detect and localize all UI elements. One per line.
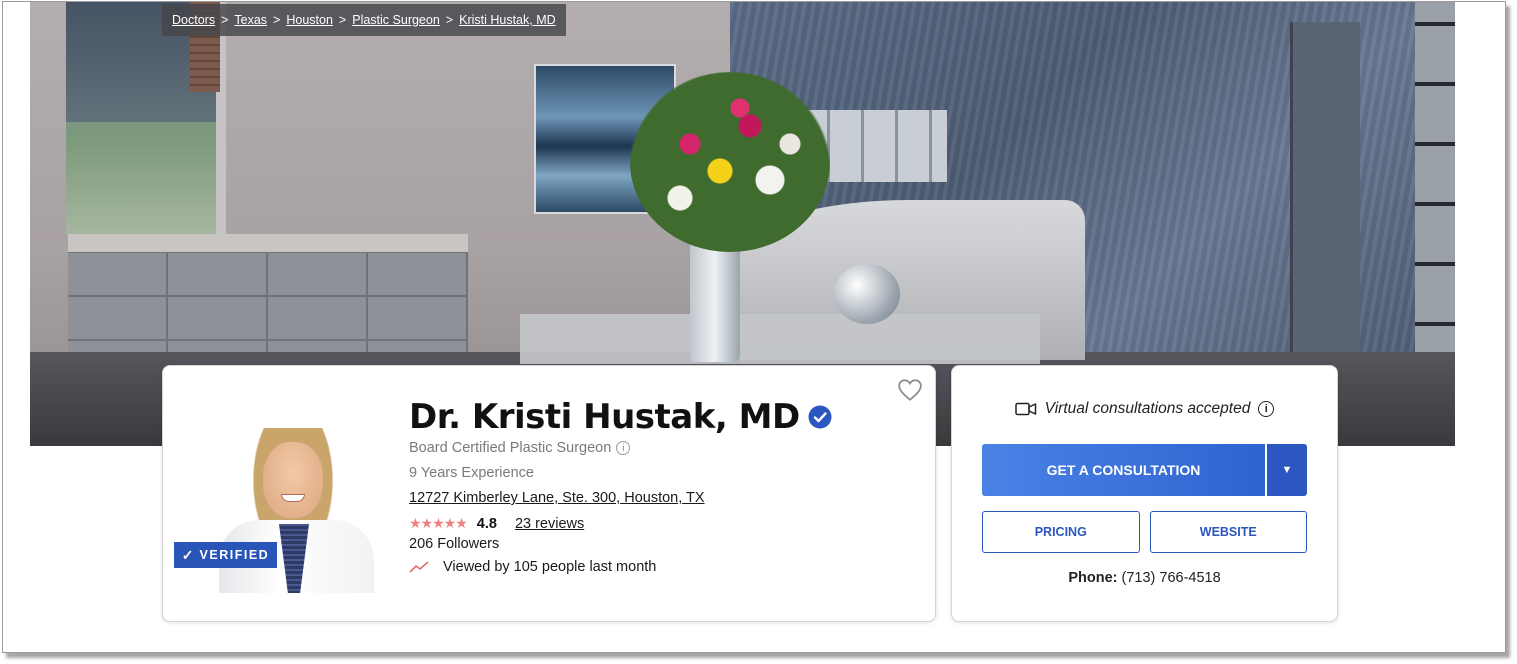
doctor-photo	[211, 428, 376, 593]
consultation-dropdown-button[interactable]: ▼	[1267, 444, 1307, 496]
rating-row: ★★★★★ 4.8 23 reviews	[409, 515, 889, 532]
verified-check-icon	[808, 405, 832, 429]
doctor-name-row: Dr. Kristi Hustak, MD	[409, 396, 889, 438]
info-icon[interactable]: i	[1258, 401, 1275, 417]
video-camera-icon	[1014, 402, 1036, 416]
breadcrumb: Doctors > Texas > Houston > Plastic Surg…	[162, 4, 566, 36]
checkmark-icon: ✓	[181, 546, 194, 563]
consultation-button-group: GET A CONSULTATION ▼	[982, 444, 1307, 496]
breadcrumb-doctors[interactable]: Doctors	[172, 13, 215, 27]
info-icon[interactable]: i	[616, 441, 631, 455]
star-rating: ★★★★★	[409, 515, 468, 531]
phone-row: Phone: (713) 766-4518	[952, 570, 1337, 586]
doctor-profile-card: ✓ VERIFIED Dr. Kristi Hustak, MD Board C…	[162, 365, 936, 622]
verified-badge-label: VERIFIED	[199, 548, 270, 562]
breadcrumb-separator: >	[445, 13, 454, 27]
breadcrumb-houston[interactable]: Houston	[286, 13, 333, 27]
doctor-name: Dr. Kristi Hustak, MD	[409, 397, 800, 437]
breadcrumb-separator: >	[338, 13, 347, 27]
consultation-card: Virtual consultations accepted i GET A C…	[951, 365, 1338, 622]
pricing-button[interactable]: PRICING	[982, 511, 1140, 553]
website-button[interactable]: WEBSITE	[1149, 511, 1307, 553]
secondary-buttons: PRICING WEBSITE	[982, 511, 1307, 553]
chevron-down-icon: ▼	[1281, 464, 1293, 476]
virtual-consultations: Virtual consultations accepted i	[952, 400, 1337, 418]
specialty: Board Certified Plastic Surgeon	[409, 440, 612, 456]
address-link[interactable]: 12727 Kimberley Lane, Ste. 300, Houston,…	[409, 490, 705, 506]
breadcrumb-plastic-surgeon[interactable]: Plastic Surgeon	[352, 13, 440, 27]
experience: 9 Years Experience	[409, 465, 534, 481]
viewed-row: Viewed by 105 people last month	[409, 559, 889, 575]
followers-count: 206 Followers	[409, 536, 500, 552]
breadcrumb-doctor[interactable]: Kristi Hustak, MD	[459, 13, 556, 27]
breadcrumb-separator: >	[221, 13, 229, 27]
viewed-text: Viewed by 105 people last month	[443, 559, 657, 575]
doctor-info: Dr. Kristi Hustak, MD Board Certified Pl…	[409, 396, 889, 575]
verified-badge: ✓ VERIFIED	[174, 542, 277, 568]
reviews-link[interactable]: 23 reviews	[515, 516, 584, 532]
phone-number[interactable]: (713) 766-4518	[1122, 570, 1221, 586]
breadcrumb-texas[interactable]: Texas	[234, 13, 267, 27]
get-consultation-button[interactable]: GET A CONSULTATION	[982, 444, 1265, 496]
heart-icon[interactable]	[897, 378, 923, 402]
specialty-row: Board Certified Plastic Surgeon i	[409, 440, 889, 456]
breadcrumb-separator: >	[273, 13, 281, 27]
phone-label: Phone:	[1068, 570, 1118, 586]
virtual-text: Virtual consultations accepted	[1044, 400, 1251, 417]
trending-up-icon	[409, 561, 429, 573]
rating-value: 4.8	[476, 515, 497, 532]
page-frame: Doctors > Texas > Houston > Plastic Surg…	[2, 1, 1506, 653]
